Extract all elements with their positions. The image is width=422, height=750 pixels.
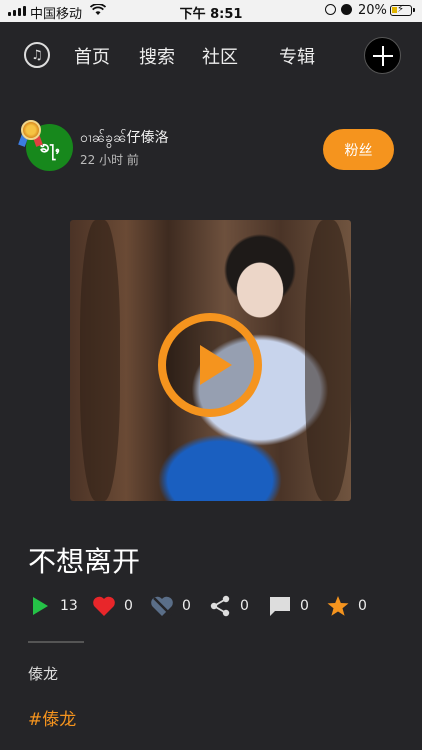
- plus-icon[interactable]: [364, 37, 401, 74]
- favorites-count: 0: [358, 598, 367, 614]
- favorite-stat[interactable]: 0: [326, 593, 367, 619]
- broken-heart-icon: [150, 594, 174, 618]
- dislikes-stat[interactable]: 0: [150, 593, 191, 619]
- likes-count: 0: [124, 598, 133, 614]
- play-button[interactable]: [158, 313, 262, 417]
- hashtag-link[interactable]: #傣龙: [28, 705, 76, 730]
- song-category: 傣龙: [28, 665, 59, 683]
- fans-button[interactable]: 粉丝: [323, 129, 394, 170]
- share-stat[interactable]: 0: [208, 593, 249, 619]
- heart-icon: [92, 594, 116, 618]
- tab-community[interactable]: 社区: [202, 43, 238, 69]
- star-icon: [326, 594, 350, 618]
- play-icon: [200, 345, 232, 385]
- tab-albums[interactable]: 专辑: [279, 43, 315, 69]
- share-icon: [208, 594, 232, 618]
- top-nav: ♫ 首页 搜索 社区 专辑: [0, 22, 422, 90]
- comment-icon: [268, 594, 292, 618]
- song-title: 不想离开: [28, 545, 141, 578]
- author-name[interactable]: ဝၢၼ်ၶွၼ်仔傣洛: [80, 127, 169, 149]
- tab-home[interactable]: 首页: [74, 43, 110, 69]
- plays-stat[interactable]: 13: [28, 593, 78, 619]
- shares-count: 0: [240, 598, 249, 614]
- music-logo-icon[interactable]: ♫: [24, 42, 50, 68]
- plays-count: 13: [60, 598, 78, 614]
- likes-stat[interactable]: 0: [92, 593, 133, 619]
- status-bar: 中国移动 下午 8:51 20% ⚡: [0, 0, 422, 22]
- orientation-lock-icon: [325, 4, 336, 15]
- medal-badge-icon: [17, 120, 45, 148]
- post-time: 22 小时 前: [80, 153, 139, 167]
- play-count-icon: [28, 594, 52, 618]
- comment-stat[interactable]: 0: [268, 593, 309, 619]
- divider: [28, 641, 84, 643]
- alarm-icon: [341, 4, 352, 15]
- tab-search[interactable]: 搜索: [139, 43, 175, 69]
- dislikes-count: 0: [182, 598, 191, 614]
- comments-count: 0: [300, 598, 309, 614]
- charging-icon: ⚡: [397, 4, 405, 15]
- battery-percent: 20%: [358, 3, 387, 18]
